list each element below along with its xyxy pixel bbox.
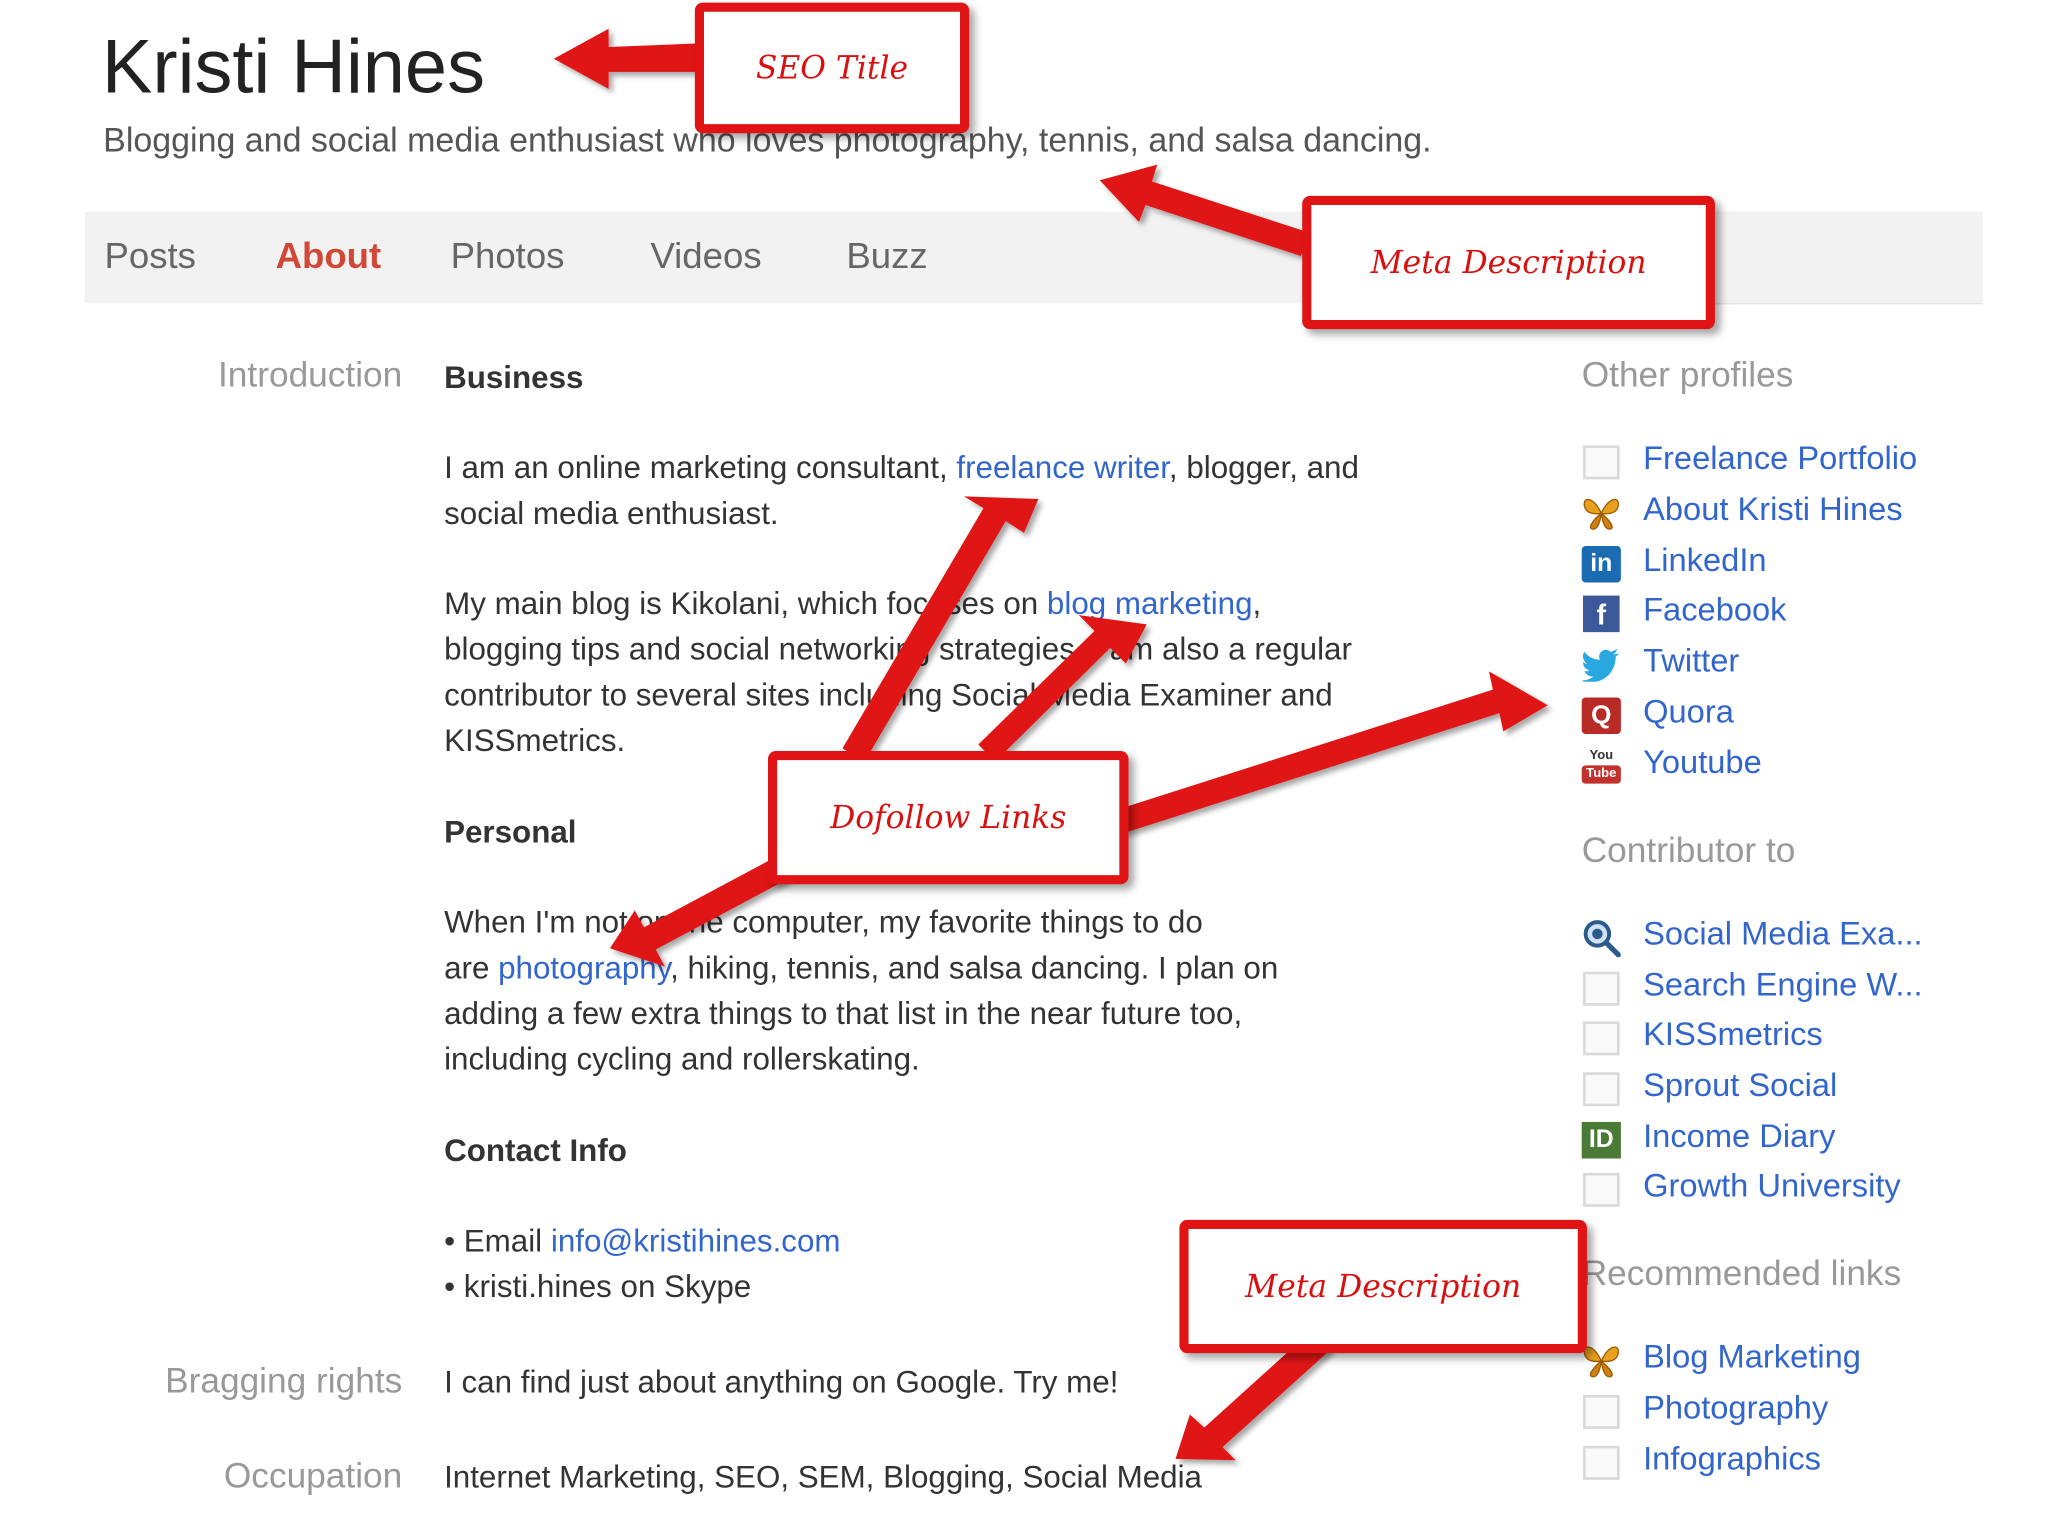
youtube-glyph: You Tube [1581, 747, 1621, 786]
profile-link-label: Facebook [1643, 591, 1787, 629]
occupation-value: Internet Marketing, SEO, SEM, Blogging, … [444, 1460, 1202, 1496]
butterfly-svg [1583, 498, 1619, 530]
bragging-rights-value: I can find just about anything on Google… [444, 1364, 1119, 1401]
contributor-link-label: KISSmetrics [1643, 1016, 1823, 1053]
contact-info-heading: Contact Info [444, 1133, 627, 1169]
profile-link-label: Freelance Portfolio [1643, 440, 1918, 477]
paragraph-line: My main blog is Kikolani, which focuses … [444, 581, 1489, 627]
linkedin-icon: in [1580, 545, 1622, 584]
profile-link-label: Twitter [1643, 642, 1740, 680]
id-icon: ID [1580, 1121, 1622, 1160]
twitter-bird-svg [1581, 649, 1620, 682]
contributor-link-label: Growth University [1643, 1167, 1901, 1205]
meta-description-top-callout: Meta Description [1302, 195, 1715, 330]
profile-link-label: Quora [1643, 693, 1734, 731]
personal-heading: Personal [444, 815, 577, 851]
other-profiles-heading: Other profiles [1581, 355, 1794, 395]
blank-page-icon [1580, 1019, 1622, 1058]
meta-description-bottom-callout: Meta Description [1179, 1219, 1587, 1354]
text-run: • Email [444, 1223, 551, 1260]
quora-glyph: Q [1581, 697, 1621, 735]
blank-page-shape [1583, 445, 1620, 480]
magnifier-icon [1580, 918, 1622, 958]
paragraph-line: social media enthusiast. [444, 496, 779, 532]
butterfly-icon [1580, 494, 1622, 533]
facebook-icon: f [1580, 594, 1622, 633]
quora-icon: Q [1580, 696, 1622, 735]
blank-page-shape [1583, 971, 1620, 1006]
contributor-link-label: Social Media Exa... [1643, 915, 1923, 953]
text-run: are [444, 950, 499, 987]
business-heading: Business [444, 360, 584, 396]
recommended-links-heading: Recommended links [1581, 1253, 1902, 1294]
tab-about[interactable]: About [276, 235, 382, 277]
business-paragraph-1: I am an online marketing consultant, fre… [444, 445, 1489, 536]
blank-page-icon [1580, 1443, 1622, 1482]
tab-videos[interactable]: Videos [650, 235, 761, 277]
profile-link-label: About Kristi Hines [1643, 491, 1903, 528]
magnifier-svg [1583, 920, 1621, 958]
blank-page-shape [1583, 1172, 1620, 1207]
seo-title-callout: SEO Title [694, 2, 970, 134]
photography-link[interactable]: photography [498, 951, 670, 986]
facebook-glyph: f [1583, 595, 1620, 633]
blank-page-shape [1583, 1394, 1620, 1429]
youtube-glyph-top: You [1589, 748, 1614, 763]
contributor-to-heading: Contributor to [1581, 830, 1796, 870]
text-run: I am an online marketing consultant, [444, 450, 957, 486]
introduction-label: Introduction [217, 355, 403, 395]
blank-page-shape [1583, 1445, 1620, 1480]
recommended-link-label: Infographics [1643, 1440, 1821, 1478]
blog-marketing-link[interactable]: blog marketing [1047, 586, 1253, 621]
seo-title-arrow [553, 28, 706, 89]
youtube-glyph-bottom: Tube [1581, 765, 1621, 784]
tab-photos[interactable]: Photos [451, 235, 565, 277]
youtube-icon: You Tube [1580, 747, 1622, 786]
paragraph-line: are photography, hiking, tennis, and sal… [444, 946, 1489, 992]
recommended-link-label: Photography [1643, 1389, 1829, 1427]
paragraph-line: contributor to several sites including S… [444, 677, 1333, 714]
business-paragraph-2: My main blog is Kikolani, which focuses … [444, 581, 1489, 764]
linkedin-glyph: in [1581, 545, 1621, 583]
paragraph-line: blogging tips and social networking stra… [444, 632, 1352, 668]
blank-page-icon [1580, 1070, 1622, 1109]
profile-link-label: Youtube [1643, 744, 1762, 782]
profile-link-label: LinkedIn [1643, 542, 1767, 579]
personal-paragraph: When I'm not on the computer, my favorit… [444, 900, 1489, 1083]
freelance-writer-link[interactable]: freelance writer [956, 451, 1169, 486]
blank-page-icon [1580, 443, 1622, 482]
blank-page-icon [1580, 969, 1622, 1008]
blank-page-icon [1580, 1392, 1622, 1431]
text-run: , hiking, tennis, and salsa dancing. I p… [670, 950, 1279, 987]
bragging-rights-label: Bragging rights [165, 1360, 403, 1401]
text-run: My main blog is Kikolani, which focuses … [444, 586, 1047, 622]
contributor-link-label: Search Engine W... [1643, 966, 1923, 1004]
contributor-link-label: Sprout Social [1643, 1067, 1838, 1104]
screenshot-stage: Kristi Hines Blogging and social media e… [0, 0, 2048, 1536]
paragraph-line: adding a few extra things to that list i… [444, 996, 1243, 1032]
text-run: , blogger, and [1168, 450, 1359, 486]
paragraph-line: including cycling and rollerskating. [444, 1042, 920, 1078]
twitter-bird-icon [1580, 645, 1622, 684]
text-run: , [1252, 586, 1262, 622]
paragraph-line: When I'm not on the computer, my favorit… [444, 905, 1203, 941]
profile-name: Kristi Hines [101, 24, 485, 110]
paragraph-line: I am an online marketing consultant, fre… [444, 445, 1489, 491]
email-link[interactable]: info@kristihines.com [551, 1224, 841, 1259]
occupation-label: Occupation [223, 1456, 403, 1496]
blank-page-shape [1583, 1021, 1620, 1056]
tab-buzz[interactable]: Buzz [846, 235, 927, 277]
blank-page-shape [1583, 1072, 1620, 1107]
blank-page-icon [1580, 1170, 1622, 1209]
tab-posts[interactable]: Posts [104, 235, 195, 277]
id-glyph: ID [1581, 1121, 1621, 1159]
recommended-link-label: Blog Marketing [1643, 1338, 1861, 1376]
dofollow-links-callout: Dofollow Links [767, 751, 1129, 885]
contributor-link-label: Income Diary [1643, 1118, 1836, 1155]
